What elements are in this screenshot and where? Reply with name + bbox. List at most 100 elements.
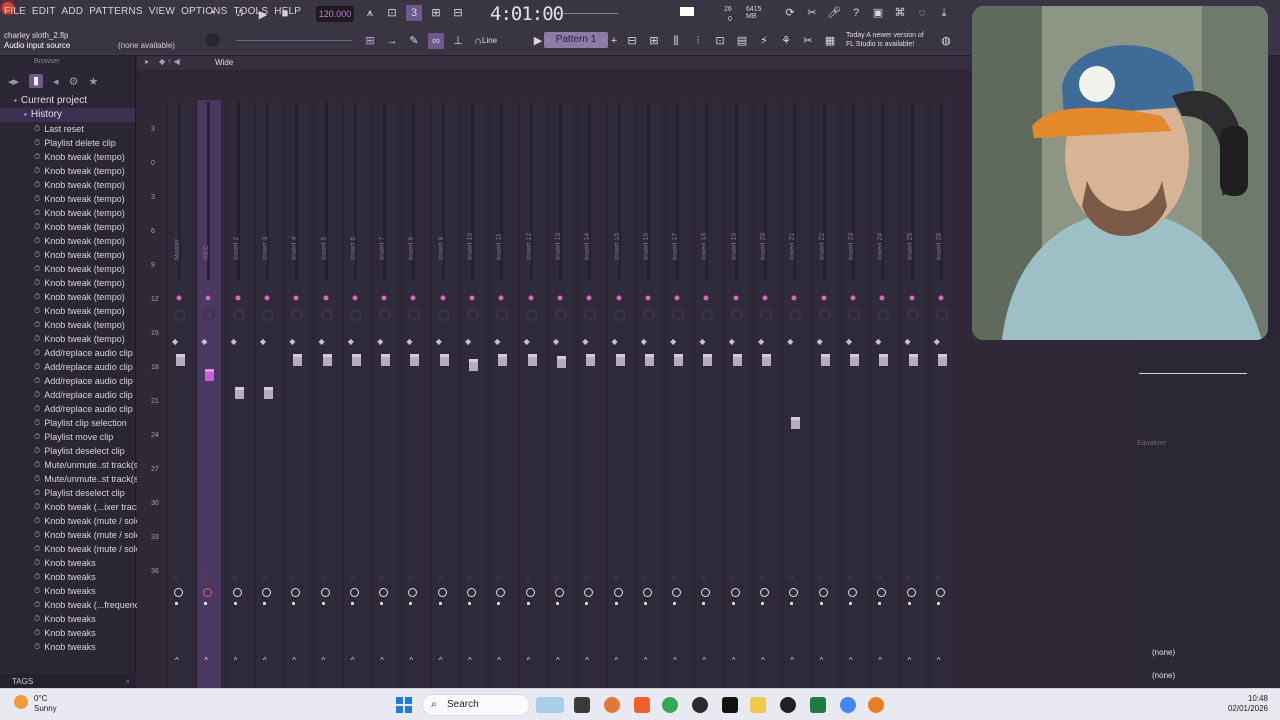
history-item[interactable]: ⏱ Knob tweak (...ixer track) [0, 500, 144, 514]
fx-enable-icon[interactable]: ○ [760, 574, 764, 581]
history-item[interactable]: ⏱ Knob tweak (tempo) [0, 262, 135, 276]
route-arrow-icon[interactable]: ^ [878, 656, 882, 665]
stereo-icon[interactable]: ◆ [846, 337, 852, 346]
history-item[interactable]: ⏱ Knob tweak (...frequency) [0, 598, 147, 612]
volume-fader[interactable] [322, 354, 332, 366]
stereo-icon[interactable]: ◆ [260, 337, 266, 346]
help-icon[interactable]: ? [848, 5, 864, 21]
stereo-icon[interactable]: ◆ [348, 337, 354, 346]
pan-knob[interactable] [528, 295, 534, 301]
stereo-separation-knob[interactable] [349, 309, 362, 321]
strip-name[interactable]: Insert 15 [614, 200, 621, 260]
stereo-icon[interactable]: ◆ [289, 337, 295, 346]
fx-enable-icon[interactable]: ○ [408, 574, 412, 581]
pan-knob[interactable] [879, 295, 885, 301]
volume-fader[interactable] [703, 354, 713, 366]
volume-fader[interactable] [586, 354, 596, 366]
stereo-separation-knob[interactable] [701, 309, 714, 321]
strip-name[interactable]: Insert 26 [936, 200, 943, 260]
stereo-icon[interactable]: ◆ [875, 337, 881, 346]
route-knob[interactable] [613, 588, 623, 597]
microphone-icon[interactable]: 🎤︎ [826, 5, 842, 21]
volume-fader[interactable] [263, 387, 273, 399]
pan-knob[interactable] [440, 295, 446, 301]
channel-rack-icon[interactable]: ⊞ [646, 33, 662, 49]
mixer-strip[interactable]: REC ◆ ○ ^ [196, 100, 222, 690]
mixer-strip[interactable]: Insert 14 ◆ ○ ^ [577, 100, 603, 690]
equalizer-label[interactable]: Equalizer [1137, 440, 1166, 447]
strip-name[interactable]: Insert 18 [701, 200, 708, 260]
mixer-strip[interactable]: Insert 21 ◆ ○ ^ [782, 100, 808, 690]
pan-knob[interactable] [176, 295, 182, 301]
history-item[interactable]: ⏱ Knob tweak (tempo) [0, 206, 135, 220]
timer-icon[interactable]: ◔ [204, 5, 220, 21]
pan-knob[interactable] [938, 295, 944, 301]
history-item[interactable]: ⏱ Knob tweak (tempo) [0, 234, 135, 248]
mixer-strip[interactable]: Insert 22 ◆ ○ ^ [811, 100, 837, 690]
history-item[interactable]: ⏱ Add/replace audio clip [0, 346, 135, 360]
mixer-strip[interactable]: Insert 24 ◆ ○ ^ [870, 100, 896, 690]
volume-fader[interactable] [556, 355, 566, 368]
plugin-database-icon[interactable]: ▦ [822, 33, 838, 49]
pencil-icon[interactable]: ✎ [406, 33, 422, 49]
mixer-strip[interactable]: Insert 25 ◆ ○ ^ [899, 100, 925, 690]
stereo-separation-knob[interactable] [818, 309, 831, 321]
wait-input-icon[interactable]: ⊡ [384, 5, 400, 21]
fx-enable-icon[interactable]: ○ [848, 574, 852, 581]
stereo-separation-knob[interactable] [554, 309, 567, 321]
history-item[interactable]: ⏱ Knob tweak (tempo) [0, 248, 135, 262]
history-item[interactable]: ⏱ Playlist move clip [0, 430, 135, 444]
route-knob[interactable] [818, 588, 828, 597]
history-item[interactable]: ⏱ Knob tweak (tempo) [0, 192, 135, 206]
fx-enable-icon[interactable]: ○ [203, 574, 207, 581]
route-arrow-icon[interactable]: ^ [908, 656, 912, 665]
stereo-separation-knob[interactable] [847, 309, 860, 321]
route-arrow-icon[interactable]: ^ [820, 656, 824, 665]
pan-knob[interactable] [645, 295, 651, 301]
route-knob[interactable] [525, 588, 535, 597]
stereo-separation-knob[interactable] [730, 309, 743, 321]
strip-name[interactable]: Insert 25 [907, 200, 914, 260]
stereo-icon[interactable]: ◆ [905, 337, 911, 346]
weather-icon[interactable] [14, 695, 28, 709]
volume-fader[interactable] [293, 354, 303, 366]
stereo-icon[interactable]: ◆ [641, 337, 647, 346]
pattern-clone-icon[interactable]: ⊡ [712, 33, 728, 49]
step-edit-icon[interactable]: ⊞ [428, 5, 444, 21]
strip-name[interactable]: Insert 4 [291, 200, 298, 260]
mixer-strip[interactable]: Master ◆ ○ ^ [167, 100, 192, 690]
history-item[interactable]: ⏱ Knob tweaks [0, 556, 135, 570]
strip-name[interactable]: Insert 7 [379, 200, 386, 260]
fx-enable-icon[interactable]: ○ [701, 574, 705, 581]
route-arrow-icon[interactable]: ^ [204, 656, 208, 665]
mixer-strip[interactable]: Insert 3 ◆ ○ ^ [254, 100, 280, 690]
history-item[interactable]: ⏱ Knob tweak (tempo) [0, 290, 135, 304]
route-arrow-icon[interactable]: ^ [790, 656, 794, 665]
mixer-strip[interactable]: Insert 19 ◆ ○ ^ [723, 100, 749, 690]
history-item[interactable]: ⏱ Knob tweaks [0, 584, 135, 598]
plugin-icon[interactable]: ⌘ [892, 5, 908, 21]
history-item[interactable]: ⏱ Mute/unmute..st track(s) [0, 458, 141, 472]
stereo-separation-knob[interactable] [906, 309, 919, 321]
history-item[interactable]: ⏱ Knob tweak (tempo) [0, 164, 135, 178]
save-icon[interactable]: ▣ [870, 5, 886, 21]
stereo-separation-knob[interactable] [437, 309, 450, 321]
route-knob[interactable] [760, 588, 769, 597]
stereo-icon[interactable]: ◆ [377, 337, 383, 346]
route-arrow-icon[interactable]: ^ [849, 656, 853, 665]
stereo-icon[interactable]: ◆ [231, 337, 237, 346]
pan-knob[interactable] [205, 295, 211, 301]
menu-patterns[interactable]: PATTERNS [89, 6, 142, 17]
mixer-view-mode[interactable]: Wide [215, 58, 233, 67]
route-arrow-icon[interactable]: ^ [292, 656, 296, 665]
fx-enable-icon[interactable]: ○ [584, 574, 588, 581]
pan-knob[interactable] [791, 295, 797, 301]
volume-fader[interactable] [351, 354, 361, 366]
strip-name[interactable]: Insert 24 [877, 200, 884, 260]
countdown-icon[interactable]: 3 [406, 5, 422, 21]
route-knob[interactable] [730, 588, 740, 597]
route-arrow-icon[interactable]: ^ [175, 656, 179, 665]
route-arrow-icon[interactable]: ^ [937, 656, 941, 665]
route-knob[interactable] [789, 588, 799, 597]
route-knob[interactable] [584, 588, 594, 597]
